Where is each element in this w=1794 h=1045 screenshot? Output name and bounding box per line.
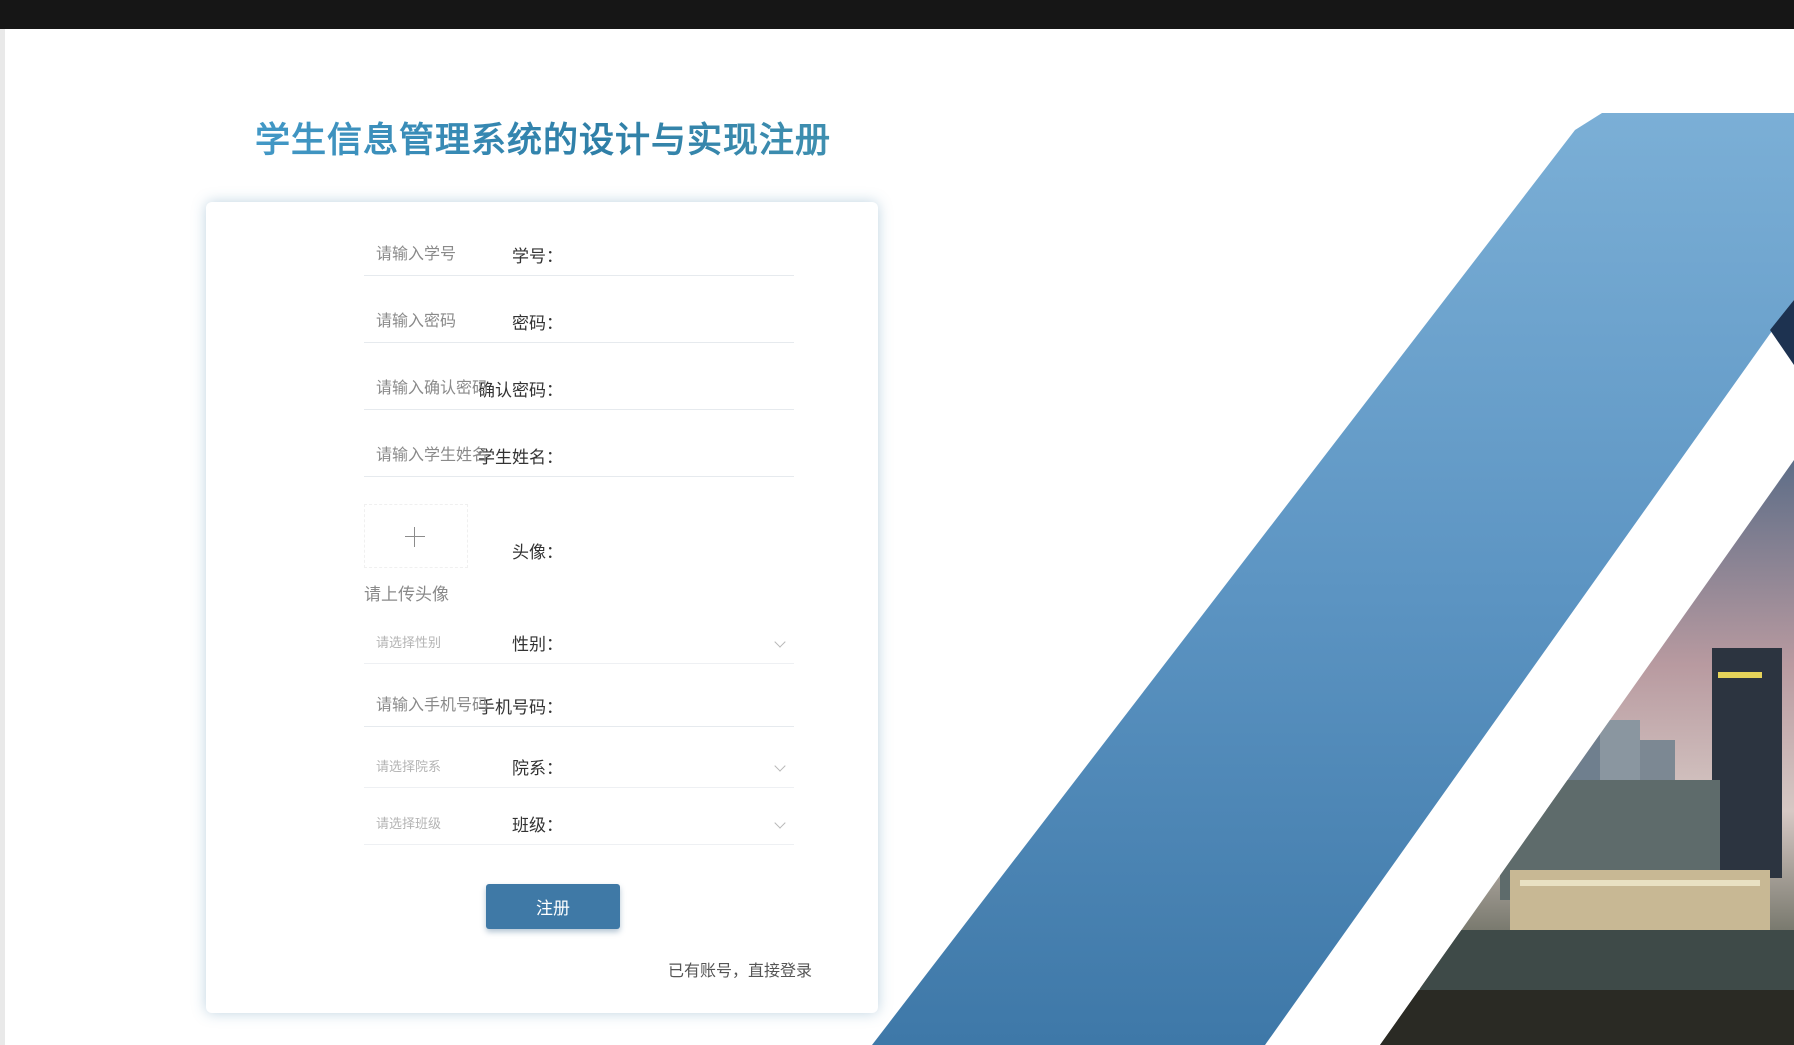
password-input[interactable] xyxy=(364,299,794,343)
department-select[interactable]: 请选择院系 xyxy=(364,748,794,788)
form-row-password: 密码 xyxy=(206,299,878,351)
avatar-upload-hint: 请上传头像 xyxy=(364,585,449,605)
form-row-department: 院系 请选择院系 xyxy=(206,748,878,800)
phone-input[interactable] xyxy=(364,683,794,727)
class-select-placeholder: 请选择班级 xyxy=(376,817,442,832)
register-card: 学号 密码 确认密码 学生姓名 头像 请上传头像 性别 请选择性别 手机号码 院… xyxy=(206,202,878,1013)
avatar-upload[interactable] xyxy=(364,504,468,568)
confirm-password-input[interactable] xyxy=(364,366,794,410)
page-title: 学生信息管理系统的设计与实现注册 xyxy=(255,112,831,163)
form-row-phone: 手机号码 xyxy=(206,683,878,735)
form-row-gender: 性别 请选择性别 xyxy=(206,624,878,676)
department-select-placeholder: 请选择院系 xyxy=(376,760,442,775)
gender-select-placeholder: 请选择性别 xyxy=(376,636,442,651)
class-select[interactable]: 请选择班级 xyxy=(364,805,794,845)
login-link[interactable]: 已有账号，直接登录 xyxy=(668,957,812,981)
form-row-student-name: 学生姓名 xyxy=(206,433,878,485)
form-row-student-id: 学号 xyxy=(206,232,878,284)
student-name-input[interactable] xyxy=(364,433,794,477)
chevron-down-icon xyxy=(774,760,786,772)
plus-icon xyxy=(405,527,425,547)
chevron-down-icon xyxy=(774,636,786,648)
register-button[interactable]: 注册 xyxy=(486,884,620,929)
form-row-class: 班级 请选择班级 xyxy=(206,805,878,857)
gender-select[interactable]: 请选择性别 xyxy=(364,624,794,664)
student-id-input[interactable] xyxy=(364,232,794,276)
chevron-down-icon xyxy=(774,817,786,829)
form-row-confirm-password: 确认密码 xyxy=(206,366,878,418)
